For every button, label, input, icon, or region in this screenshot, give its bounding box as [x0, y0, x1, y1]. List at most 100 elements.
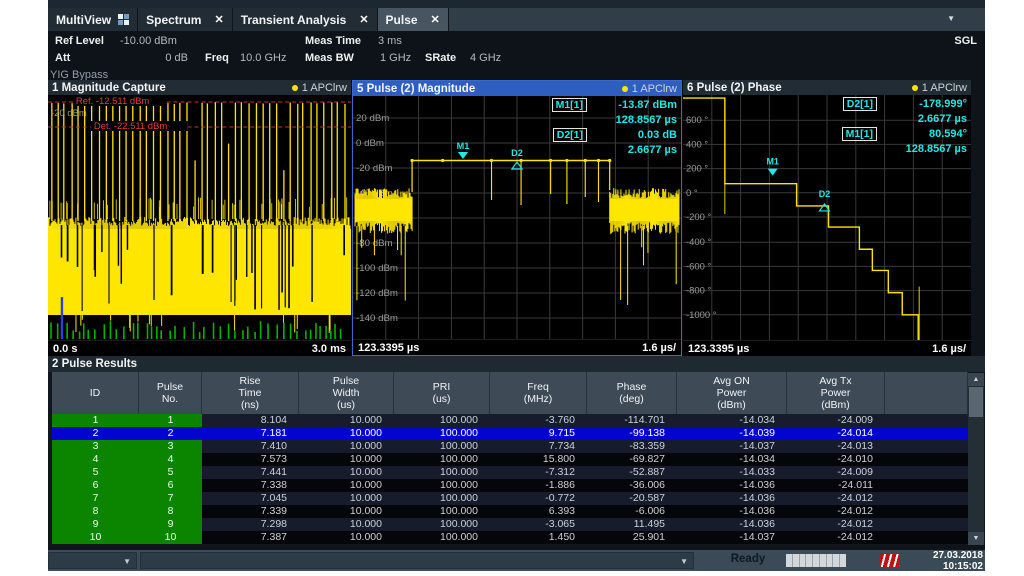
channel-info-bar[interactable]: Ref Level -10.00 dBm Meas Time 3 ms Att … — [48, 31, 985, 80]
table-cell: 3 — [52, 440, 139, 453]
tab-transient-label: Transient Analysis — [241, 13, 347, 27]
window-title: 5 Pulse (2) Magnitude — [357, 83, 475, 95]
table-row[interactable]: 777.04510.000100.000-0.772-20.587-14.036… — [52, 492, 968, 505]
column-header[interactable]: Freq (MHz) — [490, 372, 587, 414]
chevron-down-icon[interactable]: ▼ — [680, 557, 688, 566]
marker-name: M1[1] — [552, 98, 587, 112]
scroll-up-button[interactable]: ▲ — [968, 373, 984, 386]
tab-spectrum[interactable]: Spectrum ✕ — [138, 8, 233, 31]
table-cell: -24.012 — [787, 531, 885, 544]
tab-pulse-label: Pulse — [386, 13, 418, 27]
x-axis-end: 3.0 ms — [312, 343, 346, 355]
table-cell: -24.009 — [787, 414, 885, 427]
results-title-bar[interactable]: 2 Pulse Results — [48, 356, 985, 372]
table-row[interactable]: 227.18110.000100.0009.715-99.138-14.039-… — [52, 427, 968, 440]
table-scrollbar[interactable]: ▲ ▼ — [968, 373, 984, 545]
column-header[interactable]: Avg Tx Power (dBm) — [787, 372, 885, 414]
table-row[interactable]: 10107.38710.000100.0001.45025.901-14.037… — [52, 531, 968, 544]
table-row[interactable]: 118.10410.000100.000-3.760-114.701-14.03… — [52, 414, 968, 427]
marker-name: M1[1] — [842, 127, 877, 141]
freq-label: Freq — [205, 52, 229, 64]
svg-text:-20 dBm: -20 dBm — [356, 163, 393, 174]
status-dropdown-left[interactable]: ▼ — [48, 552, 137, 569]
column-header[interactable]: Pulse No. — [139, 372, 202, 414]
window-title-bar[interactable]: 5 Pulse (2) Magnitude 1 APClrw — [353, 81, 681, 96]
record-date-icon — [880, 554, 900, 567]
table-cell: 10.000 — [299, 531, 394, 544]
table-cell: -14.037 — [677, 440, 787, 453]
table-cell: -69.827 — [587, 453, 677, 466]
table-cell: 6 — [52, 479, 139, 492]
table-row[interactable]: 557.44110.000100.000-7.312-52.887-14.033… — [52, 466, 968, 479]
chevron-down-icon[interactable]: ▼ — [947, 14, 955, 23]
table-cell: 1.450 — [490, 531, 587, 544]
table-cell: 9 — [139, 518, 202, 531]
column-header[interactable]: Pulse Width (us) — [299, 372, 394, 414]
results-table-header: IDPulse No.Rise Time (ns)Pulse Width (us… — [52, 372, 968, 414]
results-table: IDPulse No.Rise Time (ns)Pulse Width (us… — [52, 372, 968, 544]
svg-text:20 dBm: 20 dBm — [356, 113, 389, 124]
table-cell: 100.000 — [394, 466, 490, 479]
table-cell: -24.013 — [787, 440, 885, 453]
table-cell: -24.009 — [787, 466, 885, 479]
window-title-bar[interactable]: 6 Pulse (2) Phase 1 APClrw — [683, 80, 971, 95]
svg-text:Ref. -12.511 dBm: Ref. -12.511 dBm — [76, 96, 149, 107]
window-magnitude-capture[interactable]: 1 Magnitude Capture 1 APClrw Ref. -12.51… — [48, 80, 352, 356]
column-header[interactable] — [885, 372, 968, 414]
table-cell — [885, 440, 968, 453]
table-row[interactable]: 337.41010.000100.0007.734-83.359-14.037-… — [52, 440, 968, 453]
meas-time-label: Meas Time — [305, 35, 361, 47]
freq-value: 10.0 GHz — [240, 52, 286, 64]
magnitude-capture-chart[interactable]: Ref. -12.511 dBmDet. -22.511 dBm-20 dBm — [48, 95, 351, 340]
table-cell: 6.393 — [490, 505, 587, 518]
x-axis-bar: 0.0 s 3.0 ms — [48, 340, 351, 356]
scroll-down-button[interactable]: ▼ — [968, 532, 984, 545]
table-cell: 1 — [139, 414, 202, 427]
table-row[interactable]: 667.33810.000100.000-1.886-36.006-14.036… — [52, 479, 968, 492]
svg-text:D2: D2 — [819, 189, 830, 199]
svg-text:400 °: 400 ° — [686, 139, 708, 150]
table-row[interactable]: 887.33910.000100.0006.393-6.006-14.036-2… — [52, 505, 968, 518]
tab-transient-analysis[interactable]: Transient Analysis ✕ — [233, 8, 378, 31]
close-icon[interactable]: ✕ — [359, 13, 368, 26]
trace-dot-icon — [622, 86, 628, 92]
table-cell: -52.887 — [587, 466, 677, 479]
table-cell: 100.000 — [394, 414, 490, 427]
srate-value: 4 GHz — [470, 52, 501, 64]
scrollbar-thumb[interactable] — [969, 387, 983, 417]
table-row[interactable]: 447.57310.000100.00015.800-69.827-14.034… — [52, 453, 968, 466]
x-axis-scale: 1.6 µs/ — [642, 342, 676, 354]
table-cell: 9.715 — [490, 427, 587, 440]
svg-text:-200 °: -200 ° — [686, 212, 712, 223]
svg-text:0 dBm: 0 dBm — [356, 138, 384, 149]
column-header[interactable]: Rise Time (ns) — [202, 372, 299, 414]
table-row[interactable]: 997.29810.000100.000-3.06511.495-14.036-… — [52, 518, 968, 531]
column-header[interactable]: PRI (us) — [394, 372, 490, 414]
table-cell: 10.000 — [299, 440, 394, 453]
svg-text:-400 °: -400 ° — [686, 237, 712, 248]
chevron-down-icon[interactable]: ▼ — [123, 557, 131, 566]
window-title: 1 Magnitude Capture — [52, 82, 166, 94]
tab-bar-empty-area: ▼ — [449, 8, 985, 31]
close-icon[interactable]: ✕ — [214, 13, 223, 26]
pulse-phase-chart[interactable]: 600 °400 °200 °0 °-200 °-400 °-600 °-800… — [683, 95, 971, 340]
column-header[interactable]: Phase (deg) — [587, 372, 677, 414]
tab-pulse[interactable]: Pulse ✕ — [378, 8, 449, 31]
window-title-bar[interactable]: 1 Magnitude Capture 1 APClrw — [48, 80, 351, 95]
column-header[interactable]: ID — [52, 372, 139, 414]
window-pulse-magnitude[interactable]: 5 Pulse (2) Magnitude 1 APClrw 20 dBm 0 d… — [352, 80, 682, 356]
window-pulse-phase[interactable]: 6 Pulse (2) Phase 1 APClrw 600 °400 °200… — [682, 80, 971, 356]
table-cell: -14.034 — [677, 414, 787, 427]
status-message-box[interactable]: ▼ — [140, 552, 694, 569]
table-cell: 10.000 — [299, 427, 394, 440]
pulse-magnitude-chart[interactable]: 20 dBm0 dBm-20 dBm-40 dBm-60 dBm-80 dBm-… — [353, 96, 681, 339]
table-cell — [885, 492, 968, 505]
table-cell: 100.000 — [394, 505, 490, 518]
table-cell — [885, 479, 968, 492]
x-axis-scale: 1.6 µs/ — [932, 343, 966, 355]
table-cell: 100.000 — [394, 531, 490, 544]
column-header[interactable]: Avg ON Power (dBm) — [677, 372, 787, 414]
x-axis-start: 0.0 s — [53, 343, 77, 355]
tab-multiview[interactable]: MultiView — [48, 8, 138, 31]
close-icon[interactable]: ✕ — [431, 13, 440, 26]
